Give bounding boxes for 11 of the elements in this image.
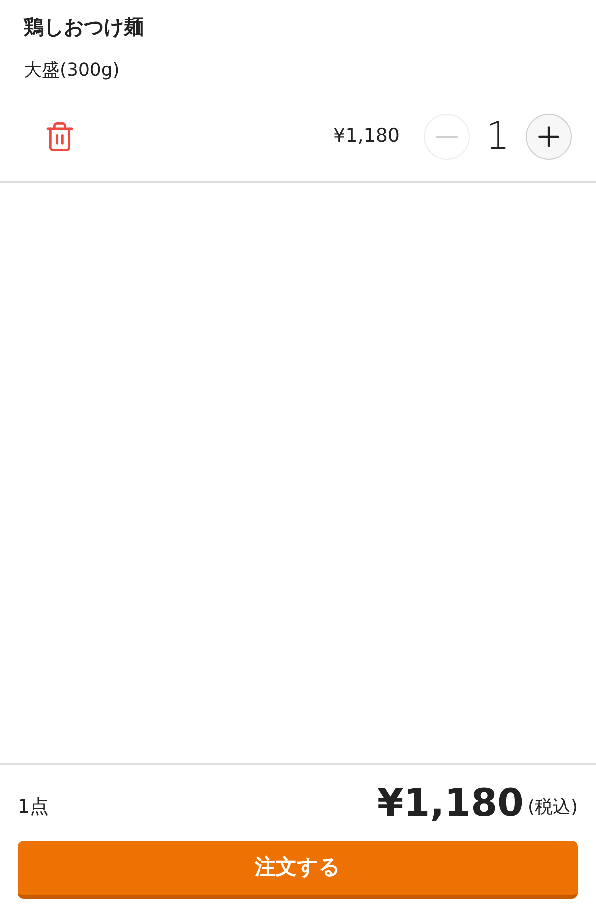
quantity: 1: [484, 113, 512, 160]
trash-icon: [44, 120, 76, 152]
tax-note: (税込): [528, 796, 578, 820]
order-button[interactable]: 注文する: [18, 841, 578, 899]
item-name: 鶏しおつけ麺: [24, 14, 145, 41]
increment-button[interactable]: [526, 114, 572, 160]
item-option: 大盛(300g): [24, 58, 572, 84]
minus-icon: [436, 136, 458, 138]
item-price: ¥1,180: [334, 124, 400, 150]
total-price: ¥1,180: [377, 781, 524, 825]
item-count: 1点: [18, 794, 50, 820]
